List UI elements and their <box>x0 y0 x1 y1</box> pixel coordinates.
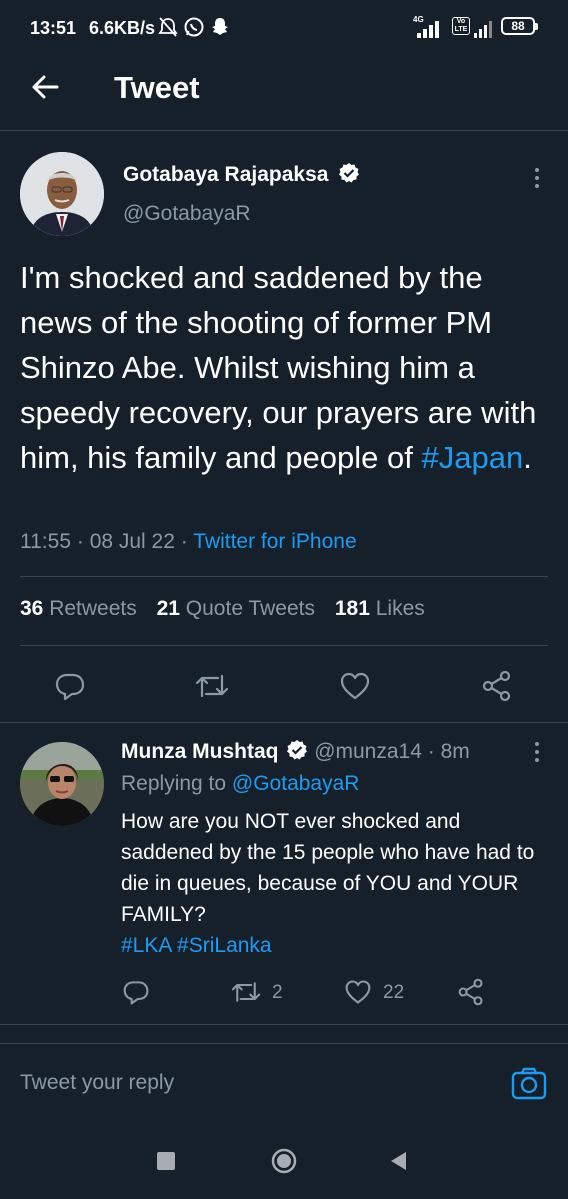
reply-retweet-button[interactable] <box>230 978 262 1006</box>
retweet-icon <box>231 982 261 1002</box>
tweet-source[interactable]: Twitter for iPhone <box>193 530 356 553</box>
tweet-text-end: . <box>523 440 532 475</box>
quotes-label: Quote Tweets <box>185 597 315 620</box>
meta-sep-1: · <box>76 530 84 553</box>
reply-text-block: How are you NOT ever shocked and saddene… <box>121 806 541 961</box>
reply-verified-badge-icon <box>286 739 308 761</box>
retweet-button[interactable] <box>194 670 230 702</box>
tweet-date: 08 Jul 22 <box>89 530 175 553</box>
status-speed: 6.6KB/s <box>89 18 156 38</box>
more-options-button[interactable] <box>527 166 547 190</box>
likes-stat[interactable]: 181 Likes <box>335 597 425 620</box>
quotes-stat[interactable]: 21 Quote Tweets <box>157 597 315 620</box>
heart-icon <box>345 980 371 1004</box>
replying-to: Replying to @GotabayaR <box>121 772 359 796</box>
retweet-icon <box>195 674 229 698</box>
mute-icon <box>158 16 178 38</box>
reply-sep: · <box>427 740 435 763</box>
home-button[interactable] <box>270 1147 298 1175</box>
volte-badge: Vo LTE <box>452 17 470 35</box>
page-title: Tweet <box>114 70 200 105</box>
back-nav-button[interactable] <box>388 1150 410 1172</box>
retweets-label: Retweets <box>49 597 137 620</box>
reply-like-button[interactable] <box>344 978 372 1006</box>
snapchat-icon <box>210 16 230 38</box>
more-vertical-icon <box>535 742 539 762</box>
signal-icon <box>417 20 443 38</box>
reply-hashtags[interactable]: #LKA #SriLanka <box>121 930 541 961</box>
reply-button[interactable] <box>54 670 86 702</box>
arrow-left-icon <box>32 75 59 99</box>
more-vertical-icon <box>535 168 539 188</box>
camera-icon <box>511 1067 547 1100</box>
hashtag-japan[interactable]: #Japan <box>422 440 524 475</box>
status-time: 13:51 <box>30 18 77 38</box>
avatar[interactable] <box>20 152 104 236</box>
signal-icon-2 <box>474 20 494 38</box>
share-icon <box>482 670 511 702</box>
tweet-stats: 36 Retweets 21 Quote Tweets 181 Likes <box>20 597 425 621</box>
author-name[interactable]: Gotabaya Rajapaksa <box>123 163 328 186</box>
tweet-divider <box>0 722 568 723</box>
camera-button[interactable] <box>511 1066 547 1100</box>
tweet-time: 11:55 <box>20 530 71 553</box>
reply-time: 8m <box>440 740 470 763</box>
reply-reply-button[interactable] <box>122 978 150 1006</box>
tweet-author-row: Gotabaya Rajapaksa <box>123 162 360 187</box>
share-button[interactable] <box>481 670 513 702</box>
reply-share-button[interactable] <box>457 978 485 1006</box>
share-icon <box>458 978 483 1006</box>
reply-more-options-button[interactable] <box>527 740 547 764</box>
back-triangle-icon <box>391 1152 406 1170</box>
recents-button[interactable] <box>157 1152 175 1170</box>
reply-icon <box>123 981 149 1005</box>
stats-bottom-divider <box>20 645 548 646</box>
replying-to-label: Replying to <box>121 772 227 795</box>
reply-author-row: Munza Mushtaq @munza14 · 8m <box>121 739 470 764</box>
header-divider <box>0 130 568 131</box>
replying-to-handle[interactable]: @GotabayaR <box>232 772 360 795</box>
reply-retweet-count: 2 <box>272 982 283 1003</box>
status-bar: 13:51 6.6KB/s 4G Vo LTE 88 <box>0 0 568 58</box>
meta-sep-2: · <box>180 530 188 553</box>
tweet-meta: 11:55 · 08 Jul 22 · Twitter for iPhone <box>20 530 357 554</box>
retweets-stat[interactable]: 36 Retweets <box>20 597 137 620</box>
heart-icon <box>340 672 370 700</box>
likes-label: Likes <box>375 597 425 620</box>
retweets-count: 36 <box>20 597 44 620</box>
reply-icon <box>55 673 85 701</box>
reply-divider <box>0 1024 568 1025</box>
reply-input[interactable]: Tweet your reply <box>20 1071 174 1095</box>
tweet-text: I'm shocked and saddened by the news of … <box>20 255 550 480</box>
reply-text: How are you NOT ever shocked and saddene… <box>121 810 535 926</box>
whatsapp-icon <box>183 16 205 38</box>
likes-count: 181 <box>334 597 370 620</box>
battery-icon: 88 <box>501 17 538 35</box>
reply-author-name[interactable]: Munza Mushtaq <box>121 740 279 763</box>
quotes-count: 21 <box>156 597 180 620</box>
like-button[interactable] <box>339 670 371 702</box>
reply-author-handle[interactable]: @munza14 <box>314 740 422 763</box>
home-circle-icon <box>271 1148 297 1174</box>
verified-badge-icon <box>338 162 360 184</box>
stats-top-divider <box>20 576 548 577</box>
reply-avatar[interactable] <box>20 742 104 826</box>
reply-like-count: 22 <box>383 982 405 1003</box>
back-button[interactable] <box>30 72 60 102</box>
author-handle[interactable]: @GotabayaR <box>123 202 251 226</box>
